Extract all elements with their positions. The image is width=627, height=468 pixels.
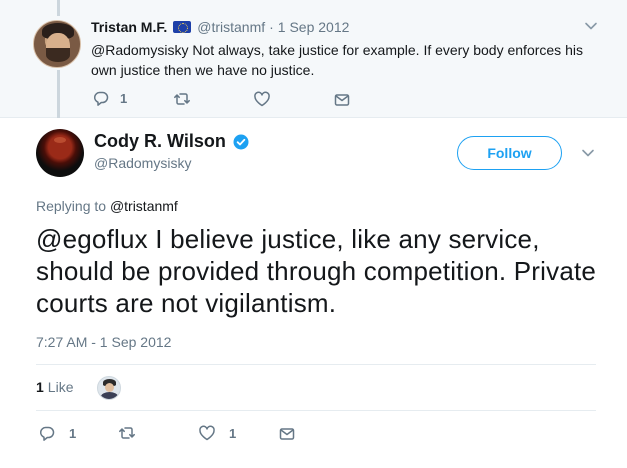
parent-retweet-button[interactable] xyxy=(173,90,201,108)
reply-count: 1 xyxy=(69,425,77,441)
tweet-timestamp[interactable]: 7:27 AM - 1 Sep 2012 xyxy=(36,334,171,350)
parent-tweet-text: @Radomysisky Not always, take justice fo… xyxy=(91,42,583,78)
replying-to-label: Replying to xyxy=(36,198,107,214)
main-author-handle[interactable]: @Radomysisky xyxy=(94,155,191,171)
direct-message-button[interactable] xyxy=(278,425,296,443)
parent-author-name[interactable]: Tristan M.F. xyxy=(91,19,167,35)
parent-tweet[interactable]: Tristan M.F. @tristanmf · 1 Sep 2012 @Ra… xyxy=(0,0,627,118)
verified-badge-icon xyxy=(233,134,249,149)
eu-flag-icon xyxy=(173,21,192,33)
parent-reply-count: 1 xyxy=(120,90,128,106)
liker-avatar[interactable] xyxy=(97,376,121,400)
parent-direct-message-button[interactable] xyxy=(333,91,351,109)
main-tweet-text: @egoflux I believe justice, like any ser… xyxy=(36,223,606,319)
divider xyxy=(36,410,596,411)
main-more-menu-chevron-down-icon[interactable] xyxy=(580,145,596,161)
heart-icon xyxy=(199,425,215,441)
main-author-avatar[interactable] xyxy=(36,129,84,177)
main-author-name-row: Cody R. Wilson xyxy=(94,131,249,152)
tweet-thread-page: Tristan M.F. @tristanmf · 1 Sep 2012 @Ra… xyxy=(0,0,627,468)
retweet-icon xyxy=(119,427,135,439)
parent-tweet-date[interactable]: 1 Sep 2012 xyxy=(278,19,350,35)
parent-tweet-header: Tristan M.F. @tristanmf · 1 Sep 2012 xyxy=(91,18,349,36)
envelope-icon xyxy=(334,94,350,106)
likes-count: 1 xyxy=(36,379,44,395)
thread-connector-line xyxy=(57,70,60,118)
like-count: 1 xyxy=(229,425,237,441)
thread-connector-line xyxy=(57,0,60,16)
likes-label: Like xyxy=(47,379,74,395)
envelope-icon xyxy=(279,428,295,440)
mention-link[interactable]: @egoflux xyxy=(36,224,148,254)
divider xyxy=(36,364,596,365)
parent-author-handle[interactable]: @tristanmf xyxy=(197,19,265,35)
like-button[interactable]: 1 xyxy=(198,424,236,442)
reply-button[interactable]: 1 xyxy=(38,424,76,442)
main-author-name[interactable]: Cody R. Wilson xyxy=(94,131,226,152)
parent-more-menu-chevron-down-icon[interactable] xyxy=(583,18,599,34)
retweet-button[interactable] xyxy=(118,424,146,442)
replying-to-line: Replying to @tristanmf xyxy=(36,198,178,214)
likes-summary[interactable]: 1 Like xyxy=(36,379,73,395)
replying-to-handle-link[interactable]: @tristanmf xyxy=(110,198,178,214)
parent-author-avatar[interactable] xyxy=(33,20,81,68)
heart-icon xyxy=(254,91,270,107)
retweet-icon xyxy=(174,93,190,105)
parent-like-button[interactable] xyxy=(253,90,281,108)
parent-reply-button[interactable]: 1 xyxy=(92,89,127,107)
reply-icon xyxy=(94,91,109,106)
header-separator: · xyxy=(269,19,274,35)
follow-button[interactable]: Follow xyxy=(457,136,562,170)
reply-icon xyxy=(40,426,55,441)
